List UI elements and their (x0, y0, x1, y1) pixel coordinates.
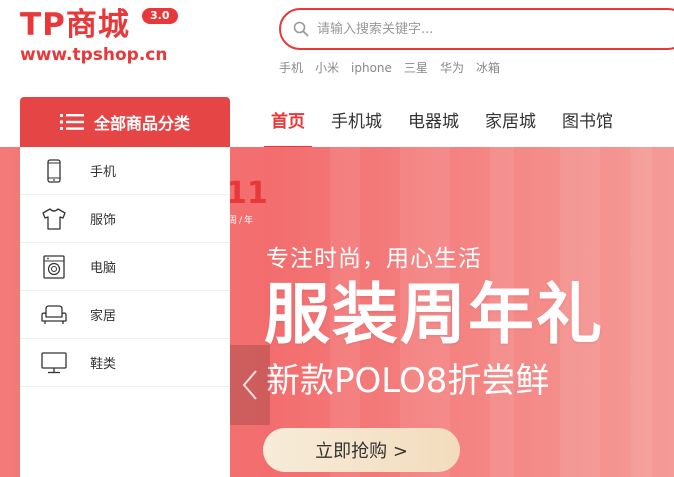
search-input[interactable] (317, 18, 647, 40)
category-item-phone[interactable]: 手机 (20, 147, 230, 195)
hot-words: 手机 小米 iphone 三星 华为 冰箱 (279, 60, 512, 76)
tshirt-icon (40, 205, 68, 233)
phone-icon (40, 157, 68, 185)
banner-stripe (630, 147, 652, 477)
buy-now-button[interactable]: 立即抢购 > (263, 428, 460, 472)
logo-url: www.tpshop.cn (20, 45, 168, 65)
hot-word-link[interactable]: 小米 (315, 60, 339, 76)
nav-item-appliance-city[interactable]: 电器城 (395, 97, 472, 147)
hot-word-link[interactable]: 冰箱 (476, 60, 500, 76)
category-item-home[interactable]: 家居 (20, 291, 230, 339)
logo[interactable]: TP商城 3.0 www.tpshop.cn (20, 6, 180, 66)
banner-subhead: 新款POLO8折尝鲜 (266, 361, 550, 401)
nav-item-home[interactable]: 首页 (258, 97, 318, 149)
main-nav: 首页 手机城 电器城 家居城 图书馆 (258, 97, 626, 149)
category-item-apparel[interactable]: 服饰 (20, 195, 230, 243)
search-box (279, 8, 674, 50)
sofa-icon (40, 301, 68, 329)
category-label: 服饰 (90, 213, 117, 228)
logo-title: TP商城 (20, 7, 130, 43)
washing-machine-icon (40, 253, 68, 281)
category-list: 手机 服饰 电脑 家居 鞋类 (20, 147, 230, 477)
anniversary-sub: 周/年 (228, 216, 256, 226)
category-label: 电脑 (90, 261, 117, 276)
monitor-icon (40, 349, 68, 377)
search-icon[interactable] (293, 21, 309, 37)
hot-word-link[interactable]: 华为 (440, 60, 464, 76)
category-label: 家居 (90, 309, 117, 324)
banner-headline: 服装周年礼 (264, 276, 604, 353)
chevron-left-icon (242, 370, 257, 400)
banner-slogan: 专注时尚，用心生活 (266, 246, 482, 272)
version-badge: 3.0 (142, 8, 178, 24)
all-categories-label: 全部商品分类 (93, 114, 190, 133)
nav-item-phone-city[interactable]: 手机城 (318, 97, 395, 147)
all-categories-button[interactable]: 全部商品分类 (20, 97, 230, 147)
banner-prev-button[interactable] (230, 345, 270, 425)
category-item-computer[interactable]: 电脑 (20, 243, 230, 291)
category-item-shoes[interactable]: 鞋类 (20, 339, 230, 387)
category-label: 鞋类 (90, 357, 117, 372)
nav-item-library[interactable]: 图书馆 (549, 97, 626, 147)
anniversary-mark: 11 (226, 176, 268, 211)
menu-icon (59, 114, 84, 130)
nav-item-home-city[interactable]: 家居城 (472, 97, 549, 147)
hot-word-link[interactable]: 三星 (404, 60, 428, 76)
hot-word-link[interactable]: 手机 (279, 60, 303, 76)
hot-word-link[interactable]: iphone (351, 60, 392, 76)
category-label: 手机 (90, 165, 117, 180)
